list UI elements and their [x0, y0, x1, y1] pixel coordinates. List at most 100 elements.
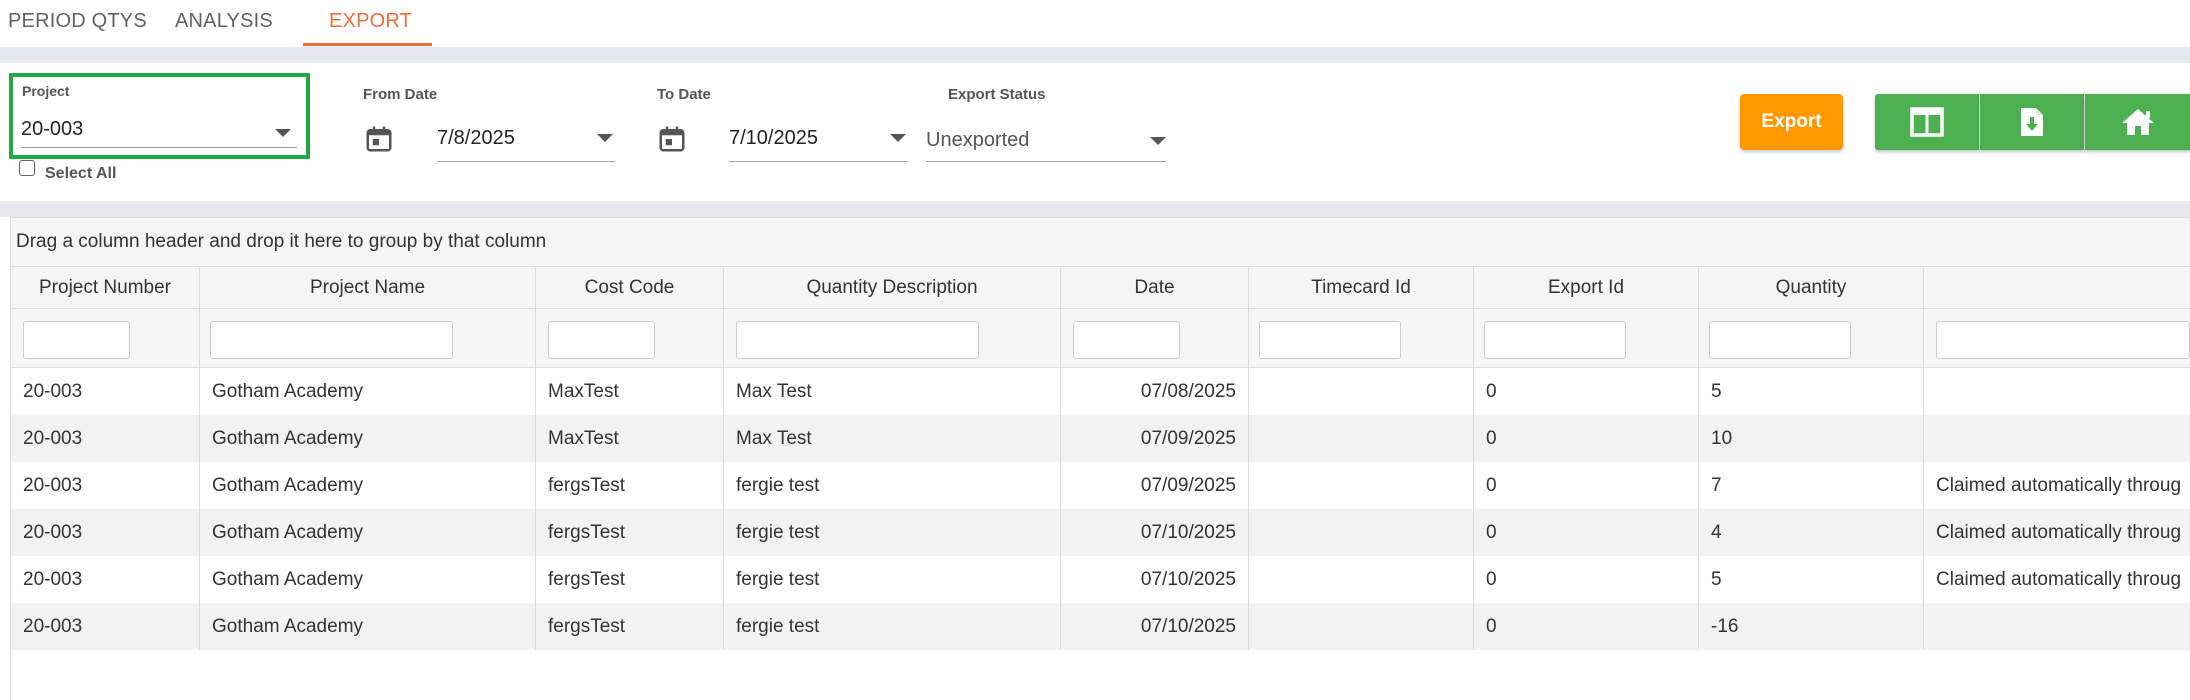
to-date-label: To Date [657, 86, 711, 103]
filter-cell [724, 309, 1061, 368]
chevron-down-icon[interactable] [597, 134, 613, 142]
cell-timecard-id [1249, 462, 1474, 509]
project-label: Project [22, 83, 70, 99]
file-download-icon [2021, 108, 2043, 136]
filter-cell [1924, 309, 2190, 368]
cell-quantity: 4 [1699, 509, 1924, 556]
cell-export-id: 0 [1474, 603, 1699, 650]
chevron-down-icon[interactable] [890, 134, 906, 142]
column-header-notes[interactable] [1924, 267, 2190, 309]
tab-bar: PERIOD QTYS ANALYSIS EXPORT [0, 0, 2190, 47]
data-grid: Drag a column header and drop it here to… [10, 217, 2190, 700]
cell-cost-code: MaxTest [536, 415, 724, 462]
cell-date: 07/10/2025 [1061, 509, 1249, 556]
cell-date: 07/09/2025 [1061, 462, 1249, 509]
filter-input-timecard-id[interactable] [1259, 321, 1401, 359]
export-status-value[interactable]: Unexported [926, 129, 1029, 152]
cell-notes: Claimed automatically throug [1924, 462, 2190, 509]
table-row[interactable]: 20-003 Gotham Academy fergsTest fergie t… [11, 603, 2190, 650]
cell-project-number: 20-003 [11, 462, 200, 509]
column-header-project-name[interactable]: Project Name [200, 267, 536, 309]
filter-input-notes[interactable] [1936, 321, 2190, 359]
column-header-timecard-id[interactable]: Timecard Id [1249, 267, 1474, 309]
column-header-cost-code[interactable]: Cost Code [536, 267, 724, 309]
from-date-underline [437, 161, 615, 162]
column-header-export-id[interactable]: Export Id [1474, 267, 1699, 309]
column-header-project-number[interactable]: Project Number [11, 267, 200, 309]
cell-export-id: 0 [1474, 415, 1699, 462]
column-chooser-button[interactable] [1875, 94, 1979, 150]
project-select[interactable]: Project 20-003 [9, 73, 310, 159]
group-panel[interactable]: Drag a column header and drop it here to… [11, 217, 2190, 267]
header-row: Project Number Project Name Cost Code Qu… [11, 267, 2190, 309]
cell-project-name: Gotham Academy [200, 603, 536, 650]
download-button[interactable] [1980, 94, 2084, 150]
to-date-underline [729, 161, 908, 162]
cell-project-name: Gotham Academy [200, 509, 536, 556]
column-header-date[interactable]: Date [1061, 267, 1249, 309]
from-date-label: From Date [363, 86, 438, 103]
cell-project-number: 20-003 [11, 415, 200, 462]
cell-cost-code: fergsTest [536, 509, 724, 556]
filter-input-project-name[interactable] [210, 321, 453, 359]
filter-input-export-id[interactable] [1484, 321, 1626, 359]
cell-notes [1924, 368, 2190, 415]
cell-cost-code: MaxTest [536, 368, 724, 415]
cell-project-name: Gotham Academy [200, 556, 536, 603]
export-button[interactable]: Export [1740, 94, 1843, 150]
filter-cell [11, 309, 200, 368]
divider-band [0, 47, 2190, 63]
chevron-down-icon[interactable] [1150, 137, 1166, 145]
cell-date: 07/09/2025 [1061, 415, 1249, 462]
export-status-label: Export Status [948, 86, 1046, 103]
table-row[interactable]: 20-003 Gotham Academy fergsTest fergie t… [11, 462, 2190, 509]
table-row[interactable]: 20-003 Gotham Academy MaxTest Max Test 0… [11, 415, 2190, 462]
cell-date: 07/10/2025 [1061, 603, 1249, 650]
group-panel-hint: Drag a column header and drop it here to… [16, 231, 547, 252]
column-header-quantity-description[interactable]: Quantity Description [724, 267, 1061, 309]
cell-timecard-id [1249, 556, 1474, 603]
calendar-icon[interactable] [364, 124, 394, 154]
filter-input-project-number[interactable] [23, 321, 130, 359]
cell-timecard-id [1249, 368, 1474, 415]
tab-export[interactable]: EXPORT [329, 10, 412, 33]
table-row[interactable]: 20-003 Gotham Academy fergsTest fergie t… [11, 509, 2190, 556]
cell-project-number: 20-003 [11, 603, 200, 650]
tab-analysis[interactable]: ANALYSIS [175, 10, 273, 33]
to-date-value[interactable]: 7/10/2025 [729, 127, 818, 150]
project-value: 20-003 [21, 118, 84, 140]
calendar-icon[interactable] [657, 124, 687, 154]
filter-input-date[interactable] [1073, 321, 1180, 359]
cell-notes [1924, 603, 2190, 650]
cell-notes: Claimed automatically throug [1924, 509, 2190, 556]
column-header-quantity[interactable]: Quantity [1699, 267, 1924, 309]
filter-row [11, 309, 2190, 368]
cell-quantity-description: fergie test [724, 556, 1061, 603]
home-button[interactable] [2085, 94, 2190, 150]
active-tab-indicator [303, 43, 432, 46]
cell-quantity-description: fergie test [724, 509, 1061, 556]
cell-quantity-description: fergie test [724, 462, 1061, 509]
project-underline [21, 147, 297, 148]
cell-timecard-id [1249, 603, 1474, 650]
table-row[interactable]: 20-003 Gotham Academy fergsTest fergie t… [11, 556, 2190, 603]
divider-band [0, 201, 2190, 217]
filter-cell [1699, 309, 1924, 368]
filter-cell [1474, 309, 1699, 368]
cell-project-name: Gotham Academy [200, 415, 536, 462]
cell-cost-code: fergsTest [536, 556, 724, 603]
from-date-value[interactable]: 7/8/2025 [437, 127, 515, 150]
cell-project-number: 20-003 [11, 368, 200, 415]
tab-period-qtys[interactable]: PERIOD QTYS [8, 10, 147, 33]
cell-project-number: 20-003 [11, 509, 200, 556]
filter-input-quantity[interactable] [1709, 321, 1851, 359]
select-all-checkbox[interactable] [19, 160, 35, 176]
cell-date: 07/10/2025 [1061, 556, 1249, 603]
cell-quantity: 5 [1699, 556, 1924, 603]
cell-cost-code: fergsTest [536, 603, 724, 650]
filter-input-quantity-description[interactable] [736, 321, 979, 359]
table-row[interactable]: 20-003 Gotham Academy MaxTest Max Test 0… [11, 368, 2190, 415]
select-all-label: Select All [45, 165, 117, 182]
cell-quantity-description: fergie test [724, 603, 1061, 650]
filter-input-cost-code[interactable] [548, 321, 655, 359]
